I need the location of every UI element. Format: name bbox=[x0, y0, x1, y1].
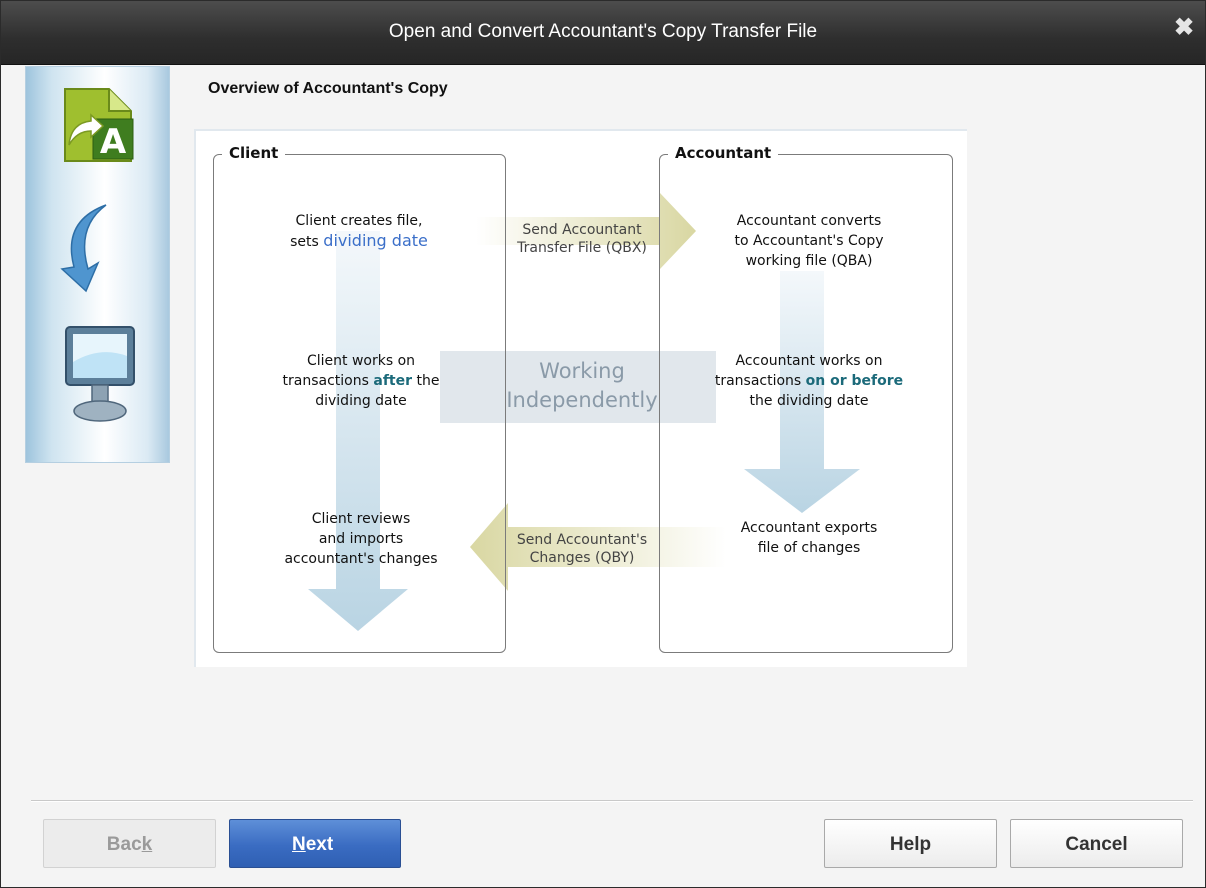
back-button[interactable]: Back bbox=[43, 819, 216, 868]
send-changes-label: Send Accountant's Changes (QBY) bbox=[516, 532, 648, 566]
dialog-window: Open and Convert Accountant's Copy Trans… bbox=[0, 0, 1206, 888]
footer-separator bbox=[31, 800, 1193, 802]
accountant-step-work: Accountant works on transactions on or b… bbox=[714, 353, 904, 409]
client-title: Client bbox=[222, 144, 286, 162]
close-icon[interactable]: ✖ bbox=[1173, 16, 1195, 40]
cancel-button[interactable]: Cancel bbox=[1010, 819, 1183, 868]
monitor-icon bbox=[65, 326, 135, 422]
accountant-title: Accountant bbox=[668, 144, 779, 162]
client-step-create: Client creates file, sets dividing date bbox=[290, 213, 428, 250]
overview-diagram: Client Accountant Client creates file, s… bbox=[194, 129, 967, 667]
title-bar: Open and Convert Accountant's Copy Trans… bbox=[1, 1, 1205, 65]
next-button[interactable]: Next bbox=[229, 819, 401, 868]
page-heading: Overview of Accountant's Copy bbox=[208, 80, 448, 97]
client-step-review: Client reviews and imports accountant's … bbox=[284, 511, 438, 567]
window-title: Open and Convert Accountant's Copy Trans… bbox=[388, 21, 818, 42]
client-step-work: Client works on transactions after the d… bbox=[282, 353, 440, 409]
wizard-sidebar: A bbox=[25, 66, 170, 463]
accountant-copy-icon: A bbox=[64, 88, 134, 162]
help-button[interactable]: Help bbox=[824, 819, 997, 868]
working-independently-label: Working Independently bbox=[506, 359, 658, 412]
curved-arrow-icon bbox=[60, 204, 107, 293]
svg-text:A: A bbox=[100, 122, 127, 162]
accountant-step-convert: Accountant converts to Accountant's Copy… bbox=[734, 213, 884, 269]
send-transfer-label: Send Accountant Transfer File (QBX) bbox=[517, 222, 647, 256]
dividing-date-link: dividing date bbox=[323, 231, 428, 250]
accountant-step-export: Accountant exports file of changes bbox=[740, 520, 878, 556]
